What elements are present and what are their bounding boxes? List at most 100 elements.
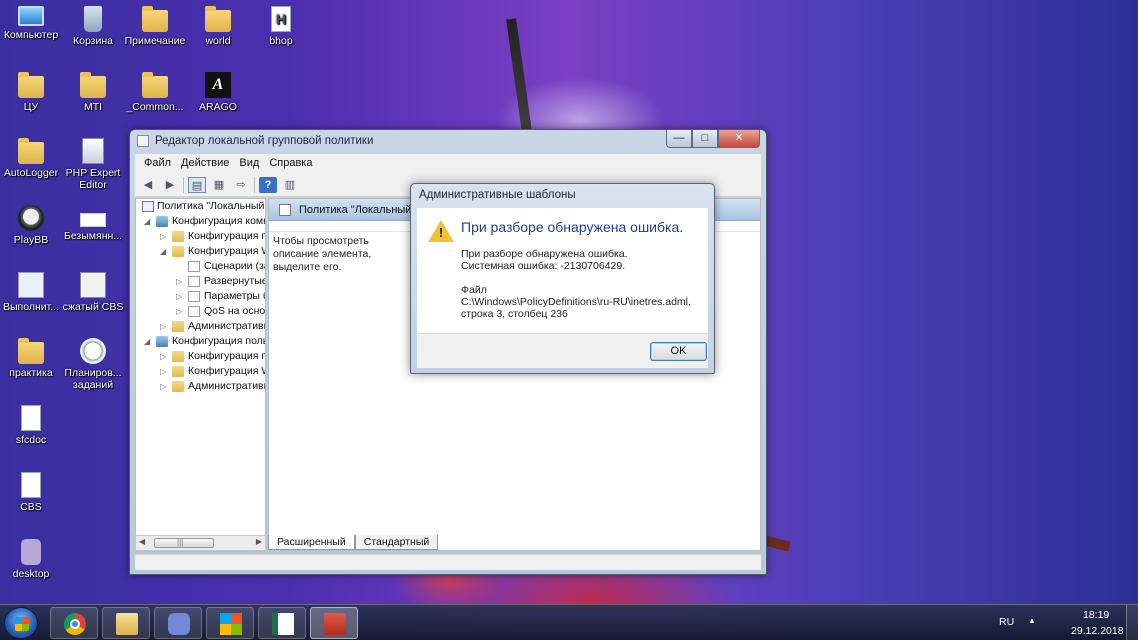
- skull-icon: [18, 205, 44, 231]
- desktop-icon-computer[interactable]: Компьютер: [0, 6, 62, 41]
- collapse-arrow-icon[interactable]: ◢: [144, 334, 153, 349]
- forward-arrow-icon[interactable]: ▶: [161, 177, 179, 193]
- desktop-icon-untitled[interactable]: Безымянн...: [62, 205, 124, 242]
- minimize-button[interactable]: —: [666, 130, 692, 148]
- tree-horizontal-scrollbar[interactable]: ◀ ||| ▶: [135, 535, 266, 551]
- taskbar-app-toolbox[interactable]: [310, 607, 358, 639]
- desktop-icon-praktika[interactable]: практика: [0, 338, 62, 379]
- expand-arrow-icon[interactable]: ▷: [160, 319, 169, 334]
- tree-item[interactable]: ◢ Конфигурация Windows: [136, 244, 265, 259]
- expand-arrow-icon[interactable]: ▷: [160, 229, 169, 244]
- tree-item[interactable]: ▷ Развернутые: [136, 274, 265, 289]
- desktop-icon-desktop[interactable]: desktop: [0, 539, 62, 580]
- desktop-icon-label: desktop: [12, 568, 50, 580]
- desktop-icon-mti[interactable]: MTI: [62, 72, 124, 113]
- tree-item-label: Конфигурация Windows: [188, 365, 265, 377]
- dialog-message-line: C:\Windows\PolicyDefinitions\ru-RU\inetr…: [461, 296, 691, 308]
- taskbar-app-chrome[interactable]: [50, 607, 98, 639]
- desktop-icon-label: Примечание: [124, 35, 186, 47]
- dialog-message-line: Файл: [461, 284, 487, 296]
- tree-item[interactable]: ▷ Конфигурация п: [136, 229, 265, 244]
- tree-item[interactable]: Политика "Локальный: [136, 199, 265, 214]
- tree-item[interactable]: ▷ Административные: [136, 319, 265, 334]
- clock-date[interactable]: 29.12.2018: [1071, 625, 1124, 637]
- tree-item[interactable]: ◢ Конфигурация компьютера: [136, 214, 265, 229]
- help-icon[interactable]: ?: [259, 176, 277, 193]
- collapse-arrow-icon[interactable]: ◢: [160, 244, 169, 259]
- clock-time[interactable]: 18:19: [1083, 609, 1109, 621]
- desktop-icon-bhop[interactable]: Hbhop: [250, 6, 312, 47]
- desktop-icon-php-editor[interactable]: PHP Expert Editor: [62, 138, 124, 191]
- language-indicator[interactable]: RU: [999, 616, 1014, 628]
- desktop-icon-world[interactable]: world: [187, 6, 249, 47]
- tab-extended[interactable]: Расширенный: [268, 535, 355, 550]
- expand-arrow-icon[interactable]: ▷: [160, 364, 169, 379]
- folder-icon: [172, 246, 184, 257]
- taskbar-app-discord[interactable]: [154, 607, 202, 639]
- desktop-icon-autologger[interactable]: AutoLogger: [0, 138, 62, 179]
- desktop-icon-task-scheduler[interactable]: Планиров... заданий: [62, 338, 124, 391]
- close-button[interactable]: ✕: [718, 130, 760, 148]
- scroll-right-icon[interactable]: ▶: [256, 537, 262, 546]
- menu-view[interactable]: Вид: [234, 154, 264, 173]
- menu-action[interactable]: Действие: [176, 154, 234, 173]
- search-doc-icon: [18, 272, 44, 298]
- folder-icon: [172, 231, 184, 242]
- computer-icon: [18, 6, 44, 26]
- taskbar-app-windows[interactable]: [206, 607, 254, 639]
- tree-item[interactable]: ▷ Конфигурация Windows: [136, 364, 265, 379]
- desktop-icon-cbs-archive[interactable]: сжатый CBS: [62, 272, 124, 313]
- expand-arrow-icon[interactable]: ▷: [160, 379, 169, 394]
- menu-help[interactable]: Справка: [264, 154, 317, 173]
- desktop-icon-label: CBS: [20, 501, 42, 513]
- maximize-button[interactable]: □: [692, 130, 718, 148]
- folder-icon: [18, 138, 44, 164]
- tree-item[interactable]: ▷ Конфигурация п: [136, 349, 265, 364]
- ok-button[interactable]: OK: [650, 342, 707, 361]
- dialog-message-line: При разборе обнаружена ошибка.: [461, 248, 628, 260]
- tree-item[interactable]: ▷ QoS на основ: [136, 304, 265, 319]
- tray-arrow-icon[interactable]: ▲: [1028, 616, 1036, 625]
- show-tree-icon[interactable]: ▤: [188, 176, 206, 193]
- export-list-icon[interactable]: ⇨: [232, 177, 250, 193]
- desktop-icon-run[interactable]: Выполнит...: [0, 272, 62, 313]
- tree-item-label: Конфигурация пользователя: [172, 335, 265, 347]
- tree-item[interactable]: ▷ Параметры б: [136, 289, 265, 304]
- folder-icon: [205, 6, 231, 32]
- window-titlebar[interactable]: Редактор локальной групповой политики — …: [130, 130, 766, 152]
- expand-arrow-icon[interactable]: ▷: [160, 349, 169, 364]
- scroll-left-icon[interactable]: ◀: [139, 537, 145, 546]
- error-dialog[interactable]: Административные шаблоны ! При разборе о…: [410, 183, 715, 374]
- desktop-icon-label: PlayBB: [13, 234, 49, 246]
- tree-item[interactable]: ▷ Административные: [136, 379, 265, 394]
- printers-icon: [188, 276, 200, 287]
- desktop-icon-arago[interactable]: A ARAGO: [187, 72, 249, 113]
- menu-bar: Файл Действие Вид Справка: [135, 154, 761, 173]
- expand-arrow-icon[interactable]: ▷: [176, 274, 185, 289]
- expand-arrow-icon[interactable]: ▷: [176, 304, 185, 319]
- filter-icon[interactable]: ▥: [281, 177, 299, 193]
- desktop-icon-playbb[interactable]: PlayBB: [0, 205, 62, 246]
- menu-file[interactable]: Файл: [139, 154, 176, 173]
- tree-pane[interactable]: Политика "Локальный ◢ Конфигурация компью…: [135, 198, 266, 552]
- back-arrow-icon[interactable]: ◀: [139, 177, 157, 193]
- folder-icon: [172, 321, 184, 332]
- show-desktop-button[interactable]: [1126, 605, 1138, 640]
- desktop-icon-common[interactable]: _Common...: [124, 72, 186, 113]
- taskbar-app-sheet[interactable]: [258, 607, 306, 639]
- tab-standard[interactable]: Стандартный: [354, 535, 439, 550]
- desktop-icon-recycle-bin[interactable]: Корзина: [62, 6, 124, 47]
- desktop-icon-cbs[interactable]: CBS: [0, 472, 62, 513]
- properties-icon[interactable]: ▦: [210, 177, 228, 193]
- taskbar-app-explorer[interactable]: [102, 607, 150, 639]
- desktop-icon-sfcdoc[interactable]: sfcdoc: [0, 405, 62, 446]
- collapse-arrow-icon[interactable]: ◢: [144, 214, 153, 229]
- tree-item[interactable]: Сценарии (за: [136, 259, 265, 274]
- scrollbar-thumb[interactable]: |||: [154, 538, 214, 548]
- tree-item-label: Сценарии (за: [204, 260, 266, 272]
- desktop-icon-cu[interactable]: ЦУ: [0, 72, 62, 113]
- tree-item[interactable]: ◢ Конфигурация пользователя: [136, 334, 265, 349]
- start-button[interactable]: [4, 607, 38, 639]
- expand-arrow-icon[interactable]: ▷: [176, 289, 185, 304]
- desktop-icon-primechanie[interactable]: Примечание: [124, 6, 186, 47]
